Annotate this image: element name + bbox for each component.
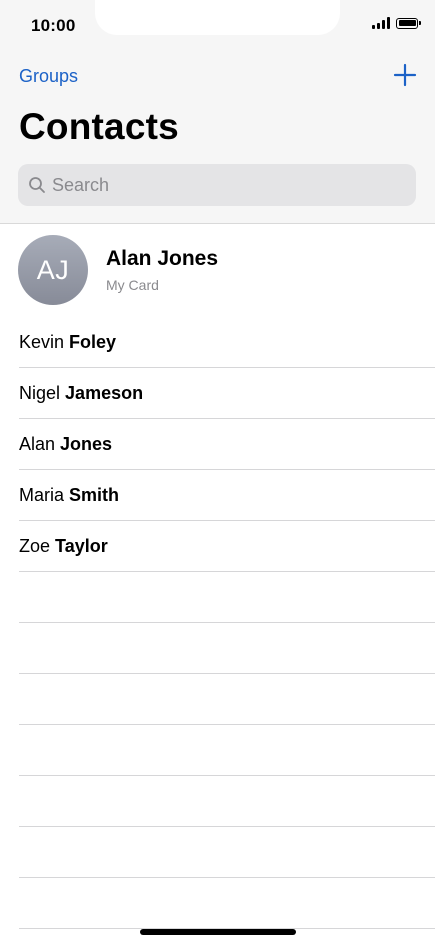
empty-row [0, 623, 435, 674]
empty-row [0, 674, 435, 725]
search-placeholder: Search [52, 174, 110, 195]
cellular-signal-icon [372, 17, 390, 29]
contact-row-kevin-foley[interactable]: Kevin Foley [0, 317, 435, 368]
home-indicator[interactable] [140, 929, 296, 935]
status-icons [372, 17, 421, 29]
contact-first-name: Nigel [19, 383, 61, 403]
status-time: 10:00 [31, 16, 76, 35]
contact-last-name: Taylor [55, 536, 108, 556]
empty-row [0, 878, 435, 929]
contact-last-name: Jameson [65, 383, 144, 403]
empty-row [0, 776, 435, 827]
search-input[interactable]: Search [18, 164, 416, 206]
battery-icon [396, 17, 421, 29]
contact-last-name: Foley [69, 332, 117, 352]
plus-icon [393, 63, 417, 87]
contact-row-nigel-jameson[interactable]: Nigel Jameson [0, 368, 435, 419]
header: 10:00 Groups Contacts Search [0, 0, 435, 224]
contact-row-alan-jones[interactable]: Alan Jones [0, 419, 435, 470]
add-contact-button[interactable] [393, 63, 417, 87]
contact-first-name: Alan [19, 434, 56, 454]
contact-last-name: Jones [60, 434, 113, 454]
groups-button[interactable]: Groups [19, 66, 78, 87]
contact-row-maria-smith[interactable]: Maria Smith [0, 470, 435, 521]
empty-row [0, 827, 435, 878]
device-notch [95, 0, 340, 35]
contact-first-name: Kevin [19, 332, 65, 352]
my-card[interactable]: AJ Alan Jones My Card [0, 224, 435, 317]
contact-first-name: Zoe [19, 536, 51, 556]
empty-row [0, 725, 435, 776]
contact-last-name: Smith [69, 485, 120, 505]
contacts-screen: 10:00 Groups Contacts Search AJ Alan Jon… [0, 0, 435, 944]
my-card-subtitle: My Card [106, 277, 159, 293]
contact-row-zoe-taylor[interactable]: Zoe Taylor [0, 521, 435, 572]
empty-row [0, 572, 435, 623]
page-title: Contacts [19, 106, 179, 147]
my-card-name: Alan Jones [106, 247, 219, 270]
avatar: AJ [18, 235, 88, 305]
contact-first-name: Maria [19, 485, 65, 505]
search-icon [29, 177, 45, 193]
contact-list: Kevin Foley Nigel Jameson Alan Jones Mar… [0, 317, 435, 929]
